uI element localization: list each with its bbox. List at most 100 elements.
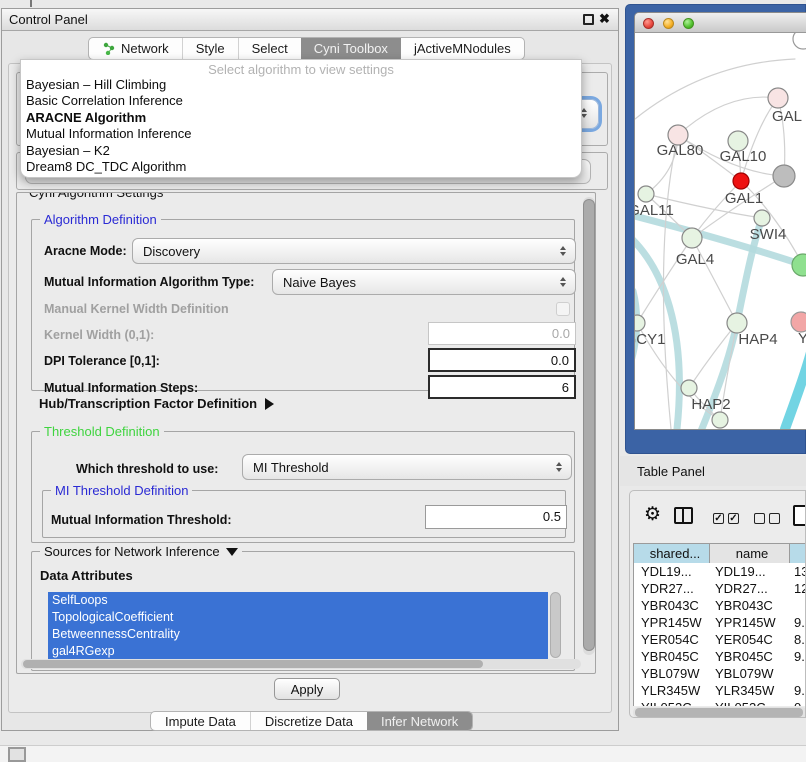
- network-node[interactable]: [638, 186, 654, 202]
- float-window-icon[interactable]: [583, 14, 594, 25]
- close-icon[interactable]: ✖: [599, 11, 610, 27]
- gear-icon[interactable]: ⚙: [644, 503, 661, 526]
- table-cell: YIL052C: [634, 699, 710, 706]
- table-row[interactable]: YIL052CYIL052C0.: [634, 699, 806, 706]
- table-cell: YBL079W: [634, 665, 710, 682]
- scrollbar-thumb[interactable]: [635, 708, 803, 717]
- network-node[interactable]: [682, 228, 702, 248]
- table-row[interactable]: YER054CYER054C8.: [634, 631, 806, 648]
- attribute-item[interactable]: TopologicalCoefficient: [48, 609, 548, 626]
- table-row[interactable]: YBL079WYBL079W: [634, 665, 806, 682]
- table-row[interactable]: YPR145WYPR145W9.: [634, 614, 806, 631]
- table-row[interactable]: YBR043CYBR043C: [634, 597, 806, 614]
- divider-tick: [30, 0, 32, 7]
- tab-discretize-data[interactable]: Discretize Data: [250, 712, 367, 730]
- mi-algorithm-type-combobox[interactable]: Naive Bayes: [272, 269, 576, 295]
- aracne-mode-combobox[interactable]: Discovery: [132, 238, 576, 264]
- scrollbar-thumb[interactable]: [583, 199, 595, 651]
- tab-impute-data[interactable]: Impute Data: [151, 712, 250, 730]
- algorithm-option[interactable]: Dream8 DC_TDC Algorithm: [21, 159, 581, 175]
- network-window-titlebar: [635, 13, 806, 33]
- attribute-item[interactable]: BetweennessCentrality: [48, 626, 548, 643]
- tab-jactivemnodules[interactable]: jActiveMNodules: [401, 38, 524, 59]
- network-node[interactable]: [733, 173, 749, 189]
- table-row[interactable]: YDL19...YDL19...13: [634, 563, 806, 580]
- tab-style[interactable]: Style: [182, 38, 238, 59]
- column-header-shared-name[interactable]: shared...: [634, 544, 710, 563]
- network-node[interactable]: [727, 313, 747, 333]
- table-cell: YDL19...: [634, 563, 710, 580]
- close-traffic-light-icon[interactable]: [643, 18, 654, 29]
- settings-horizontal-scrollbar[interactable]: [21, 659, 581, 669]
- split-columns-icon[interactable]: [674, 507, 693, 524]
- network-node[interactable]: [768, 88, 788, 108]
- cyni-settings-group-title: Cyni Algorithm Settings: [25, 192, 167, 200]
- scrollbar-thumb[interactable]: [23, 660, 483, 668]
- data-attributes-list[interactable]: SelfLoopsTopologicalCoefficientBetweenne…: [48, 592, 548, 662]
- restore-panel-icon[interactable]: [8, 747, 26, 762]
- tab-select[interactable]: Select: [238, 38, 301, 59]
- network-node[interactable]: [793, 33, 806, 49]
- table-cell: YBR043C: [634, 597, 710, 614]
- table-cell: YDR27...: [634, 580, 710, 597]
- algorithm-option[interactable]: Bayesian – Hill Climbing: [21, 77, 581, 93]
- tab-infer-network[interactable]: Infer Network: [367, 712, 472, 730]
- network-node-label: GCY1: [635, 331, 665, 348]
- manual-kernel-width-checkbox[interactable]: [556, 302, 570, 316]
- algorithm-option[interactable]: Basic Correlation Inference: [21, 93, 581, 109]
- table-cell: [790, 597, 806, 614]
- attributes-list-scrollbar[interactable]: [550, 592, 561, 658]
- table-row[interactable]: YDR27...YDR27...12: [634, 580, 806, 597]
- network-view-window: GALGAL80GAL10GAL1GAL11SWI4GAL4GCY1HAP4YH…: [634, 12, 806, 430]
- apply-button[interactable]: Apply: [274, 678, 340, 700]
- mi-steps-input[interactable]: 6: [428, 375, 576, 399]
- table-cell: YPR145W: [710, 614, 790, 631]
- algorithm-option[interactable]: Mutual Information Inference: [21, 126, 581, 142]
- manual-kernel-width-label: Manual Kernel Width Definition: [44, 302, 229, 316]
- network-node[interactable]: [792, 254, 806, 276]
- network-node-label: HAP4: [738, 331, 777, 348]
- tab-cyni-toolbox[interactable]: Cyni Toolbox: [301, 38, 401, 59]
- tab-network[interactable]: Network: [89, 38, 182, 59]
- combo-stepper-icon: [555, 246, 571, 256]
- document-icon[interactable]: [793, 505, 806, 526]
- column-header-partial[interactable]: [790, 544, 806, 563]
- checked-checkbox-icon[interactable]: ✓: [728, 513, 739, 524]
- zoom-traffic-light-icon[interactable]: [683, 18, 694, 29]
- network-node[interactable]: [635, 315, 645, 331]
- aracne-mode-value: Discovery: [133, 244, 555, 259]
- unchecked-checkbox-icon[interactable]: [769, 513, 780, 524]
- sources-group-title[interactable]: Sources for Network Inference: [40, 544, 242, 559]
- kernel-width-input[interactable]: 0.0: [428, 322, 576, 345]
- table-row[interactable]: YLR345WYLR345W9.: [634, 682, 806, 699]
- table-row[interactable]: YBR045CYBR045C9.: [634, 648, 806, 665]
- mi-threshold-input[interactable]: 0.5: [425, 505, 567, 529]
- network-node[interactable]: [791, 312, 806, 332]
- column-header-name[interactable]: name: [710, 544, 790, 563]
- checked-checkbox-icon[interactable]: ✓: [713, 513, 724, 524]
- table-panel: ⚙ ✓ ✓ shared... name YDL19...YDL19...13Y…: [629, 490, 806, 718]
- attribute-item[interactable]: gal4RGexp: [48, 643, 548, 660]
- hub-transcription-factor-expander[interactable]: Hub/Transcription Factor Definition: [39, 396, 274, 411]
- unchecked-checkbox-icon[interactable]: [754, 513, 765, 524]
- network-node[interactable]: [712, 412, 728, 428]
- algorithm-option[interactable]: Bayesian – K2: [21, 143, 581, 159]
- tab-label: Style: [196, 41, 225, 56]
- network-node[interactable]: [773, 165, 795, 187]
- settings-vertical-scrollbar[interactable]: [583, 197, 595, 655]
- which-threshold-combobox[interactable]: MI Threshold: [242, 454, 572, 480]
- network-canvas[interactable]: GALGAL80GAL10GAL1GAL11SWI4GAL4GCY1HAP4YH…: [635, 33, 806, 429]
- sources-title-text: Sources for Network Inference: [44, 544, 220, 559]
- algorithm-option[interactable]: ARACNE Algorithm: [21, 110, 581, 126]
- network-graph[interactable]: GALGAL80GAL10GAL1GAL11SWI4GAL4GCY1HAP4YH…: [635, 33, 806, 429]
- table-horizontal-scrollbar[interactable]: [633, 707, 806, 718]
- table-cell: YDR27...: [710, 580, 790, 597]
- control-panel-title: Control Panel: [9, 12, 88, 27]
- tab-label: Cyni Toolbox: [314, 41, 388, 56]
- minimize-traffic-light-icon[interactable]: [663, 18, 674, 29]
- network-node[interactable]: [754, 210, 770, 226]
- network-node[interactable]: [681, 380, 697, 396]
- attribute-item[interactable]: SelfLoops: [48, 592, 548, 609]
- dpi-tolerance-input[interactable]: 0.0: [428, 348, 576, 372]
- network-node-label: GAL80: [657, 142, 704, 159]
